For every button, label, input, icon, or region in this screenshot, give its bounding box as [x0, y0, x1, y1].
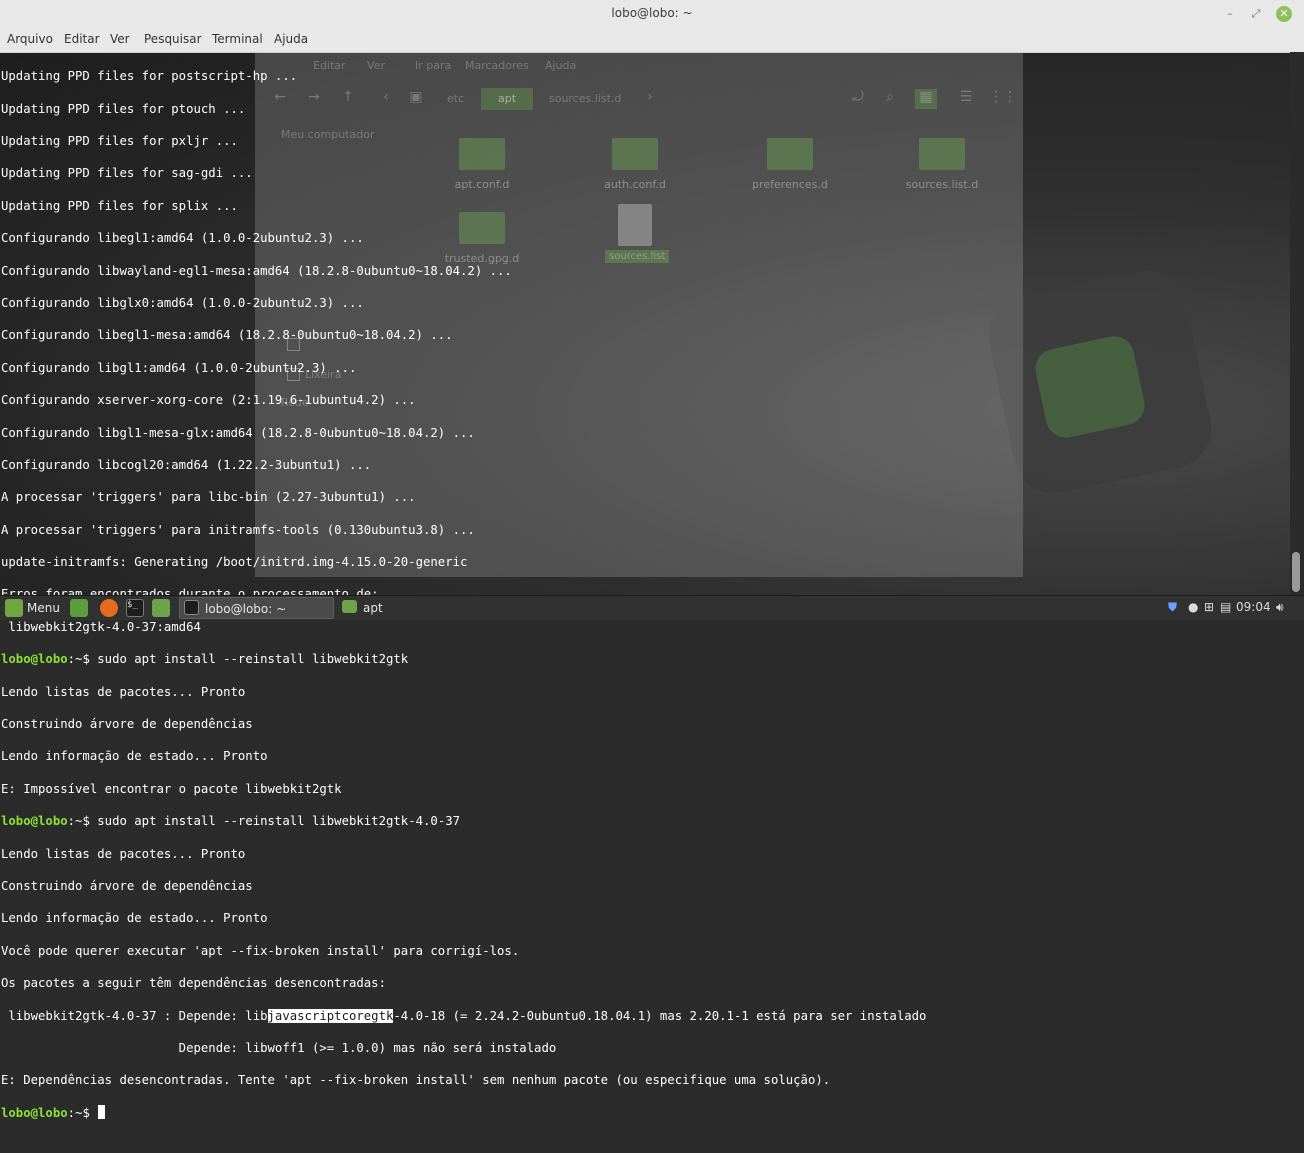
command-text: sudo apt install --reinstall libwebkit2g… [89, 652, 409, 667]
terminal-line: Updating PPD files for splix ... [1, 198, 238, 213]
taskbar-window-terminal[interactable]: lobo@lobo: ~ [179, 597, 334, 619]
terminal-command-line: lobo@lobo:~$ sudo apt install --reinstal… [1, 813, 926, 829]
taskbar-window-label: apt [363, 601, 383, 615]
terminal-line: Updating PPD files for sag-gdi ... [1, 166, 253, 181]
terminal-line: libwebkit2gtk-4.0-37 : Depende: libjavas… [1, 1008, 926, 1024]
mint-menu-icon[interactable] [5, 599, 23, 617]
prompt-user: lobo@lobo [1, 652, 68, 667]
terminal-line: Você pode querer executar 'apt --fix-bro… [1, 943, 520, 958]
terminal-line: libwebkit2gtk-4.0-37:amd64 [1, 619, 201, 634]
menu-pesquisar[interactable]: Pesquisar [144, 32, 202, 46]
clipboard-icon[interactable]: ▤ [1220, 600, 1231, 614]
dependency-text: libwebkit2gtk-4.0-37 : Depende: lib [1, 1008, 268, 1023]
taskbar: Menu $_ lobo@lobo: ~ apt ⛊ ● ⊞ ▤ 09:04 🔊… [0, 595, 1304, 620]
maximize-button[interactable]: ⤢ [1248, 6, 1264, 22]
close-button[interactable]: ✕ [1276, 6, 1292, 22]
scrollbar-thumb[interactable] [1292, 552, 1300, 592]
folder-icon [342, 600, 357, 613]
shield-icon[interactable]: ⛊ [1168, 600, 1177, 615]
terminal-line: Depende: libwoff1 (>= 1.0.0) mas não ser… [1, 1040, 557, 1055]
terminal-line: Configurando libegl1-mesa:amd64 (18.2.8-… [1, 328, 453, 343]
terminal-line: A processar 'triggers' para initramfs-to… [1, 522, 475, 537]
terminal-line: Construindo árvore de dependências [1, 878, 253, 893]
terminal-line: Construindo árvore de dependências [1, 717, 253, 732]
terminal-titlebar: lobo@lobo: ~ – ⤢ ✕ [0, 0, 1304, 29]
menu-ver[interactable]: Ver [110, 32, 130, 46]
dependency-text: -4.0-18 (= 2.24.2-0ubuntu0.18.04.1) mas … [393, 1008, 927, 1023]
network-icon[interactable]: ⊞ [1204, 600, 1214, 614]
prompt-path: :~$ [67, 1105, 90, 1120]
selected-text[interactable]: javascriptcoregtk [267, 1008, 394, 1023]
terminal-line: Lendo listas de pacotes... Pronto [1, 846, 246, 861]
terminal-icon [184, 600, 199, 615]
prompt-user: lobo@lobo [1, 814, 68, 829]
terminal-scrollbar[interactable] [1290, 52, 1304, 595]
terminal-line: A processar 'triggers' para libc-bin (2.… [1, 490, 416, 505]
terminal-line: Os pacotes a seguir têm dependências des… [1, 976, 386, 991]
taskbar-window-apt[interactable]: apt [338, 597, 493, 619]
prompt-user: lobo@lobo [1, 1105, 68, 1120]
prompt-path: :~$ [67, 652, 90, 667]
command-text: sudo apt install --reinstall libwebkit2g… [89, 814, 461, 829]
menu-ajuda[interactable]: Ajuda [274, 32, 308, 46]
terminal-line: update-initramfs: Generating /boot/initr… [1, 555, 468, 570]
terminal-launcher-icon[interactable]: $_ [126, 599, 144, 617]
terminal-line: Configurando libwayland-egl1-mesa:amd64 … [1, 263, 512, 278]
terminal-line: Configurando libcogl20:amd64 (1.22.2-3ub… [1, 457, 372, 472]
terminal-line: Lendo listas de pacotes... Pronto [1, 684, 246, 699]
terminal-line: E: Impossível encontrar o pacote libwebk… [1, 781, 342, 796]
terminal-line: Updating PPD files for pxljr ... [1, 133, 238, 148]
firefox-icon[interactable] [100, 599, 118, 617]
terminal-line: Lendo informação de estado... Pronto [1, 911, 268, 926]
terminal-line: Configurando libgl1-mesa-glx:amd64 (18.2… [1, 425, 475, 440]
terminal-line: E: Dependências desencontradas. Tente 'a… [1, 1073, 831, 1088]
minimize-button[interactable]: – [1222, 6, 1238, 22]
terminal-line: Lendo informação de estado... Pronto [1, 749, 268, 764]
files-launcher-icon[interactable] [152, 599, 170, 617]
menu-terminal[interactable]: Terminal [212, 32, 263, 46]
terminal-line: Updating PPD files for ptouch ... [1, 101, 246, 116]
clock[interactable]: 09:04 [1236, 600, 1271, 614]
menu-editar[interactable]: Editar [64, 32, 100, 46]
window-title: lobo@lobo: ~ [611, 6, 693, 20]
terminal-menubar: Arquivo Editar Ver Pesquisar Terminal Aj… [0, 28, 1304, 53]
terminal-line: Updating PPD files for postscript-hp ... [1, 69, 298, 84]
menu-arquivo[interactable]: Arquivo [7, 32, 53, 46]
prompt-path: :~$ [67, 814, 90, 829]
terminal-command-line: lobo@lobo:~$ sudo apt install --reinstal… [1, 651, 926, 667]
menu-button-label[interactable]: Menu [27, 601, 60, 615]
terminal-prompt-line[interactable]: lobo@lobo:~$ [1, 1104, 926, 1121]
show-desktop-icon[interactable] [70, 599, 88, 617]
terminal-line: Configurando libglx0:amd64 (1.0.0-2ubunt… [1, 295, 364, 310]
terminal-output-area[interactable]: Updating PPD files for postscript-hp ...… [0, 52, 1290, 1120]
terminal-line: Configurando libgl1:amd64 (1.0.0-2ubuntu… [1, 360, 357, 375]
taskbar-window-label: lobo@lobo: ~ [205, 602, 287, 616]
volume-icon[interactable]: 🔊︎ [1276, 600, 1284, 615]
text-cursor [98, 1104, 106, 1119]
terminal-line: Configurando libegl1:amd64 (1.0.0-2ubunt… [1, 231, 364, 246]
user-icon[interactable]: ● [1188, 600, 1198, 614]
terminal-line: Configurando xserver-xorg-core (2:1.19.6… [1, 393, 416, 408]
